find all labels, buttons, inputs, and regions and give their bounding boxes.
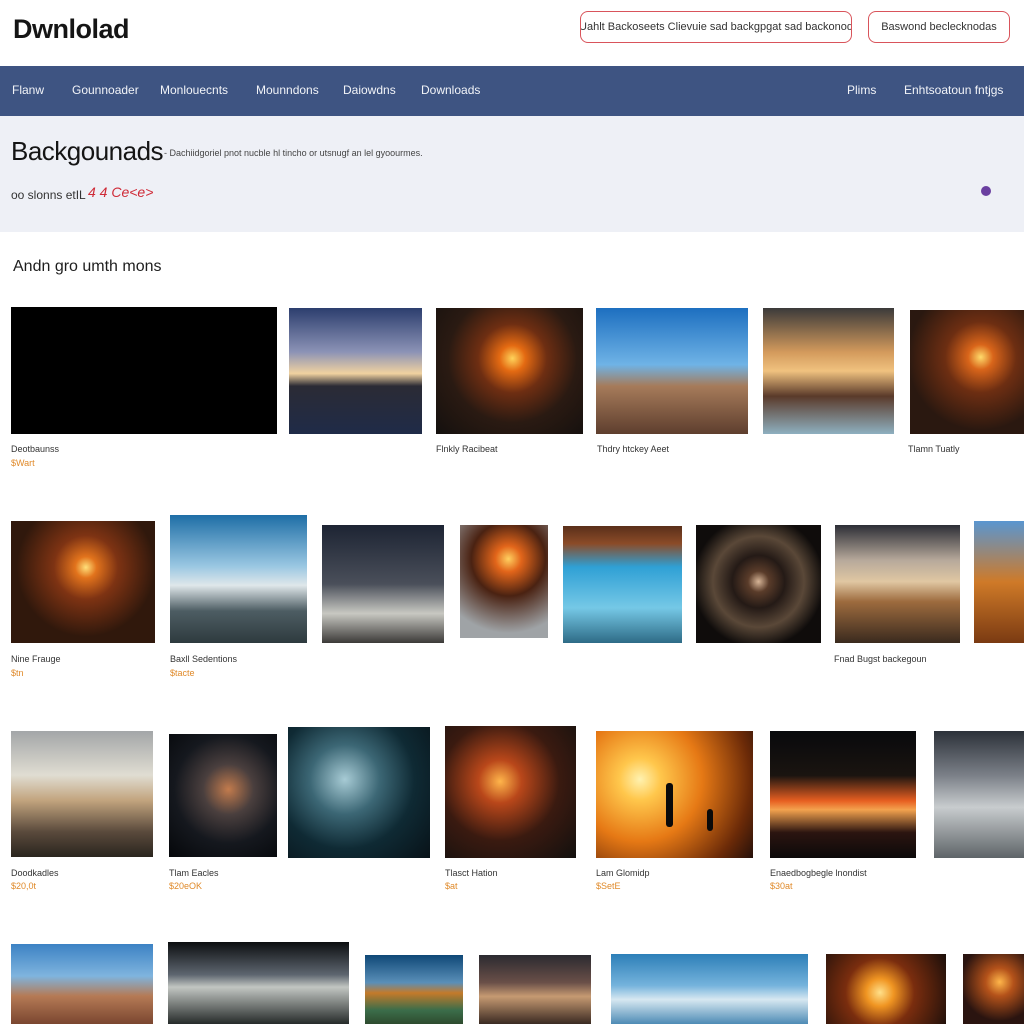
thumbnail-caption[interactable]: Fnad Bugst backegoun [834, 654, 927, 664]
thumbnail-price: $20eOK [169, 881, 203, 891]
thumbnail-caption[interactable]: Doodkadles [11, 868, 59, 878]
thumbnail-caption[interactable]: Baxll Sedentions [170, 654, 237, 664]
thumbnail-image[interactable] [289, 308, 422, 434]
thumbnail-caption[interactable]: Lam Glomidp [596, 868, 650, 878]
thumbnail-image[interactable] [169, 734, 277, 857]
thumbnail-image[interactable] [826, 954, 946, 1024]
thumbnail-image[interactable] [934, 731, 1024, 858]
top-header: Dwnlolad Uahlt Backoseets Clievuie sad b… [0, 0, 1024, 66]
thumbnail-image[interactable] [696, 525, 821, 643]
main-nav: Flanw Gounnoader Monlouecnts Mounndons D… [0, 66, 1024, 116]
thumbnail-caption[interactable]: Nine Frauge [11, 654, 61, 664]
figure-silhouette [707, 809, 713, 831]
thumbnail-price: $20,0t [11, 881, 37, 891]
thumbnail-price: $30at [770, 881, 793, 891]
thumbnail-image[interactable] [910, 310, 1024, 434]
figure-silhouette [666, 783, 673, 827]
nav-item-downloads[interactable]: Downloads [421, 83, 480, 97]
thumbnail-price: $Wart [11, 458, 35, 468]
site-logo[interactable]: Dwnlolad [13, 14, 130, 45]
thumbnail-image[interactable] [963, 954, 1024, 1024]
thumbnail-image[interactable] [11, 521, 155, 643]
thumbnail-caption[interactable]: Flnkly Racibeat [436, 444, 498, 454]
thumbnail-image[interactable] [445, 726, 576, 858]
thumbnail-price: $tn [11, 668, 24, 678]
nav-item-right-1[interactable]: Plims [847, 83, 876, 97]
thumbnail-image[interactable] [563, 526, 682, 643]
header-primary-button[interactable]: Uahlt Backoseets Clievuie sad backgpgat … [580, 11, 852, 43]
nav-item-right-2[interactable]: Enhtsoatoun fntjgs [904, 83, 1003, 97]
thumbnail-caption[interactable]: Deotbaunss [11, 444, 59, 454]
thumbnail-image[interactable] [11, 731, 153, 857]
hero-rating-mark: 4 4 Ce<e> [88, 184, 154, 200]
thumbnail-image[interactable] [479, 955, 591, 1024]
hero-banner: Backgounads - Dachiidgoriel pnot nucble … [0, 116, 1024, 232]
thumbnail-price: $tacte [170, 668, 195, 678]
status-dot-icon[interactable] [981, 186, 991, 196]
nav-item-3[interactable]: Monlouecnts [160, 83, 228, 97]
thumbnail-caption[interactable]: Tlamn Tuatly [908, 444, 960, 454]
nav-item-4[interactable]: Mounndons [256, 83, 319, 97]
thumbnail-image[interactable] [835, 525, 960, 643]
thumbnail-image[interactable] [460, 525, 548, 638]
thumbnail-price: $SetE [596, 881, 621, 891]
thumbnail-image[interactable] [770, 731, 916, 858]
hero-sublabel: oo slonns etIL [11, 188, 86, 202]
thumbnail-image[interactable] [365, 955, 463, 1024]
thumbnail-image[interactable] [763, 308, 894, 434]
thumbnail-image[interactable] [596, 308, 748, 434]
thumbnail-image[interactable] [611, 954, 808, 1024]
header-secondary-button[interactable]: Baswond beclecknodas [868, 11, 1010, 43]
nav-item-2[interactable]: Gounnoader [72, 83, 139, 97]
page-description: - Dachiidgoriel pnot nucble hl tincho or… [164, 148, 423, 158]
thumbnail-image[interactable] [974, 521, 1024, 643]
thumbnail-image[interactable] [436, 308, 583, 434]
thumbnail-caption[interactable]: Tlam Eacles [169, 868, 219, 878]
page-title: Backgounads [11, 136, 164, 166]
thumbnail-caption[interactable]: Thdry htckey Aeet [597, 444, 669, 454]
thumbnail-image[interactable] [170, 515, 307, 643]
nav-item-1[interactable]: Flanw [12, 83, 44, 97]
nav-item-5[interactable]: Daiowdns [343, 83, 396, 97]
thumbnail-image[interactable] [596, 731, 753, 858]
section-title: Andn gro umth mons [13, 258, 162, 275]
thumbnail-image[interactable] [11, 307, 277, 434]
thumbnail-price: $at [445, 881, 458, 891]
thumbnail-image[interactable] [168, 942, 349, 1024]
thumbnail-image[interactable] [11, 944, 153, 1024]
thumbnail-caption[interactable]: Enaedbogbegle lnondist [770, 868, 867, 878]
thumbnail-caption[interactable]: Tlasct Hation [445, 868, 498, 878]
thumbnail-image[interactable] [288, 727, 430, 858]
thumbnail-image[interactable] [322, 525, 444, 643]
